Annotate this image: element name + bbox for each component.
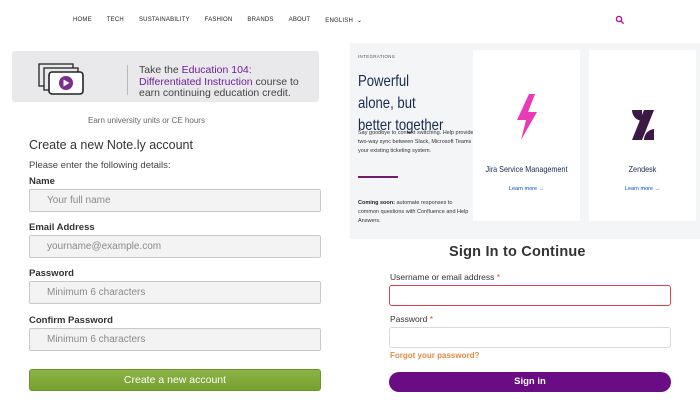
username-input[interactable] xyxy=(389,285,671,306)
signin-title: Sign In to Continue xyxy=(449,244,586,260)
password-label-signin: Password * xyxy=(390,314,433,324)
top-navigation: HOME TECH SUSTAINABILITY FASHION BRANDS … xyxy=(0,0,700,44)
education-promo-banner[interactable]: Take the Education 104: Differentiated I… xyxy=(12,51,319,102)
integration-card-zendesk[interactable]: Zendesk Learn more → xyxy=(589,50,696,221)
name-label: Name xyxy=(29,176,55,187)
search-icon[interactable] xyxy=(615,15,625,25)
signup-description: Please enter the following details: xyxy=(29,160,171,171)
required-mark: * xyxy=(496,272,501,282)
promo-divider xyxy=(127,65,128,95)
nav-item-fashion[interactable]: FASHION xyxy=(205,17,233,24)
username-label: Username or email address * xyxy=(390,272,500,282)
required-mark: * xyxy=(429,314,434,324)
promo-text: Take the Education 104: Differentiated I… xyxy=(139,64,314,100)
signup-title: Create a new Note.ly account xyxy=(29,138,193,152)
email-label: Email Address xyxy=(29,222,95,233)
integrations-panel: INTEGRATIONS Powerful alone, but better … xyxy=(350,43,700,239)
language-label: ENGLISH xyxy=(325,18,354,24)
confirm-password-field[interactable] xyxy=(29,328,321,351)
lightning-bolt-icon xyxy=(516,94,537,140)
promo-subtext: Earn university units or CE hours xyxy=(88,116,205,125)
language-selector[interactable]: ENGLISH ⌄ xyxy=(325,17,362,24)
password-label: Password xyxy=(29,268,74,279)
nav-item-about[interactable]: ABOUT xyxy=(289,17,311,24)
password-field[interactable] xyxy=(29,281,321,304)
nav-item-brands[interactable]: BRANDS xyxy=(247,17,273,24)
name-field[interactable] xyxy=(29,189,321,212)
coming-soon-text: Coming soon: automate responses to commo… xyxy=(358,199,473,226)
forgot-password-link[interactable]: Forgot your password? xyxy=(390,351,479,360)
integrations-tag: INTEGRATIONS xyxy=(358,54,396,59)
email-field[interactable] xyxy=(29,235,321,258)
integration-card-jira[interactable]: Jira Service Management Learn more → xyxy=(473,50,580,221)
integration-name: Jira Service Management xyxy=(485,164,568,174)
confirm-password-label: Confirm Password xyxy=(29,315,113,326)
learn-more-link[interactable]: Learn more → xyxy=(589,186,696,192)
video-course-icon xyxy=(38,63,84,95)
integrations-body: Say goodbye to context switching. Help p… xyxy=(358,130,483,154)
signin-button[interactable]: Sign in xyxy=(389,372,671,392)
integration-name: Zendesk xyxy=(628,164,657,174)
zendesk-logo-icon xyxy=(631,110,654,140)
nav-item-sustainability[interactable]: SUSTAINABILITY xyxy=(139,17,190,24)
password-label-text: Password xyxy=(390,314,428,324)
learn-more-link[interactable]: Learn more → xyxy=(473,186,580,192)
promo-text-prefix: Take the xyxy=(139,64,182,76)
integrations-heading: Powerful alone, but better together xyxy=(358,73,444,134)
nav-item-tech[interactable]: TECH xyxy=(107,17,124,24)
coming-soon-label: Coming soon: xyxy=(358,200,395,206)
chevron-down-icon: ⌄ xyxy=(357,18,363,24)
page: HOME TECH SUSTAINABILITY FASHION BRANDS … xyxy=(0,0,700,400)
nav-menu: HOME TECH SUSTAINABILITY FASHION BRANDS … xyxy=(73,17,377,24)
create-account-button[interactable]: Create a new account xyxy=(29,369,321,391)
password-input[interactable] xyxy=(389,327,671,348)
nav-item-home[interactable]: HOME xyxy=(73,17,92,24)
integrations-divider xyxy=(358,176,398,178)
username-label-text: Username or email address xyxy=(390,272,495,282)
